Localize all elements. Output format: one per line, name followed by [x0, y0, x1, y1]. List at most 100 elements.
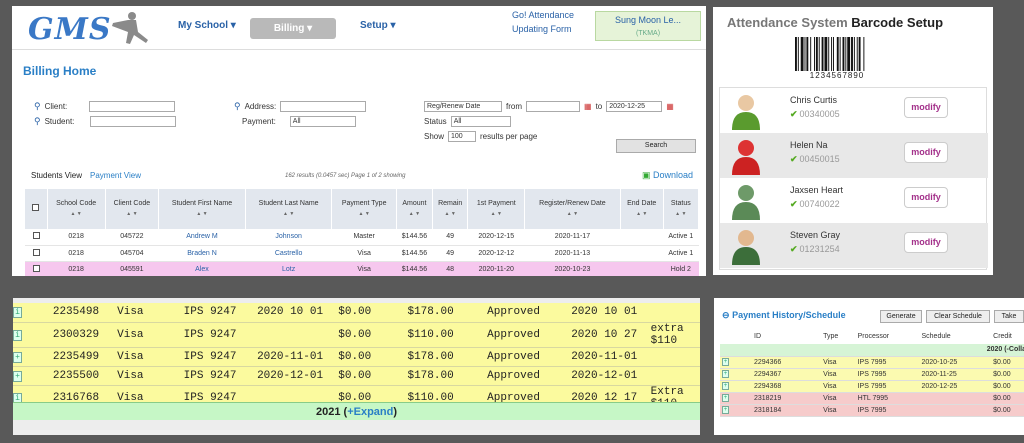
- sort-arrows-icon[interactable]: ▲ ▼: [433, 209, 468, 219]
- nav-my-school[interactable]: My School ▾: [178, 20, 236, 31]
- generate-button[interactable]: Generate: [880, 310, 922, 323]
- cell-first[interactable]: Andrew M: [158, 229, 246, 246]
- column-header[interactable]: Student Last Name ▲ ▼: [245, 189, 333, 229]
- address-input[interactable]: [280, 101, 367, 112]
- expand-row-button[interactable]: +: [722, 406, 729, 414]
- show-select[interactable]: 100: [448, 131, 477, 142]
- modify-button[interactable]: modify: [904, 97, 948, 118]
- year-2021-row: 2021 (+Expand): [13, 402, 700, 420]
- column-header[interactable]: Remain ▲ ▼: [432, 189, 469, 229]
- barcode-bar: [833, 37, 834, 71]
- nav-billing[interactable]: Billing ▾: [250, 18, 336, 39]
- history-cell-id: 2318219: [734, 392, 820, 405]
- row-expand-cell: i: [13, 303, 23, 323]
- calendar-icon[interactable]: ▦: [666, 102, 674, 111]
- go-attendance-link[interactable]: Go! Attendance: [512, 10, 574, 20]
- calendar-icon[interactable]: ▦: [584, 102, 592, 111]
- row-checkbox-cell: [25, 229, 47, 246]
- column-header[interactable]: Student First Name ▲ ▼: [158, 189, 246, 229]
- modify-button[interactable]: modify: [904, 187, 948, 208]
- history-column-header: ID: [754, 332, 761, 340]
- select-all-checkbox[interactable]: [32, 203, 40, 211]
- cell-last[interactable]: Castrello: [245, 245, 332, 262]
- cell-last[interactable]: Johnson: [245, 229, 332, 246]
- history-cell-credit: $0.00: [989, 368, 1024, 381]
- column-header[interactable]: School Code ▲ ▼: [47, 189, 106, 229]
- column-header[interactable]: Register/Renew Date ▲ ▼: [524, 189, 621, 229]
- year-2020-cell[interactable]: 2020 (-Colla: [720, 344, 1024, 357]
- row-checkbox[interactable]: [32, 232, 40, 240]
- tab-payment-view[interactable]: Payment View: [90, 171, 141, 180]
- tab-students-view[interactable]: Students View: [31, 171, 82, 180]
- modify-button[interactable]: modify: [904, 142, 948, 163]
- clear-schedule-button[interactable]: Clear Schedule: [926, 310, 990, 323]
- person-name: Helen Na: [790, 140, 828, 150]
- expand-row-button[interactable]: +: [722, 370, 729, 378]
- sort-arrows-icon[interactable]: ▲ ▼: [397, 209, 432, 219]
- student-label: Student:: [44, 117, 75, 126]
- sort-arrows-icon[interactable]: ▲ ▼: [664, 209, 698, 219]
- barcode-bar: [851, 37, 853, 71]
- cell-reg: 2020-11-13: [524, 245, 621, 262]
- column-header-label: Client Code: [113, 200, 151, 207]
- row-checkbox[interactable]: [32, 264, 40, 272]
- expand-row-button[interactable]: +: [722, 394, 729, 402]
- sort-arrows-icon[interactable]: ▲ ▼: [468, 209, 524, 219]
- person-avatar-icon: [732, 230, 760, 265]
- cell-proc: IPS 9247: [175, 303, 250, 323]
- sort-arrows-icon[interactable]: ▲ ▼: [332, 209, 396, 219]
- from-date-input[interactable]: [526, 101, 580, 112]
- expand-row-button[interactable]: i: [13, 307, 22, 319]
- payment-select[interactable]: All: [289, 116, 356, 127]
- history-cell-proc: HTL 7995: [853, 392, 918, 405]
- cell-ptype: Visa: [331, 261, 397, 276]
- to-date-input[interactable]: 2020-12-25: [606, 101, 663, 112]
- modify-button[interactable]: modify: [904, 232, 948, 253]
- sort-arrows-icon[interactable]: ▲ ▼: [246, 209, 331, 219]
- sort-arrows-icon[interactable]: ▲ ▼: [106, 209, 158, 219]
- sort-arrows-icon[interactable]: ▲ ▼: [525, 209, 620, 219]
- barcode-bar: [824, 37, 828, 71]
- expand-link[interactable]: +Expand: [347, 406, 393, 418]
- search-button[interactable]: Search: [616, 139, 696, 153]
- updating-form-link[interactable]: Updating Form: [512, 24, 572, 34]
- gms-logo[interactable]: GMS: [28, 12, 112, 47]
- cell-last[interactable]: Lotz: [245, 261, 332, 276]
- expand-row-button[interactable]: +: [722, 358, 729, 366]
- table-row: 0218 045722 Andrew M Johnson Master $144.56 49…: [25, 229, 699, 246]
- row-expand-cell: +: [720, 404, 734, 417]
- expand-row-button[interactable]: i: [13, 329, 22, 341]
- client-input[interactable]: [89, 101, 176, 112]
- column-header[interactable]: Payment Type ▲ ▼: [331, 189, 397, 229]
- collapse-icon[interactable]: ⊖: [722, 310, 730, 320]
- cell-first[interactable]: Braden N: [158, 245, 246, 262]
- user-box[interactable]: Sung Moon Le... (TKMA): [595, 11, 701, 41]
- sort-arrows-icon[interactable]: ▲ ▼: [48, 209, 105, 219]
- expand-row-button[interactable]: +: [722, 382, 729, 390]
- download-link[interactable]: ▣ Download: [642, 170, 693, 181]
- row-checkbox[interactable]: [32, 248, 40, 256]
- cell-credit: $0.00: [330, 322, 400, 348]
- cell-first[interactable]: Alex: [158, 261, 246, 276]
- expand-row-button[interactable]: +: [13, 370, 22, 382]
- column-header[interactable]: 1st Payment ▲ ▼: [467, 189, 526, 229]
- history-row: +2294367 Visa IPS 7995 2020-11-25 $0.00: [720, 368, 1024, 381]
- status-select[interactable]: All: [450, 116, 511, 127]
- column-header[interactable]: Client Code ▲ ▼: [105, 189, 160, 229]
- take-button[interactable]: Take: [994, 310, 1024, 323]
- student-input[interactable]: [90, 116, 177, 127]
- column-header[interactable]: Amount ▲ ▼: [396, 189, 433, 229]
- sort-arrows-icon[interactable]: ▲ ▼: [159, 209, 245, 219]
- nav-setup[interactable]: Setup ▾: [360, 20, 396, 31]
- date-type-select[interactable]: Reg/Renew Date: [424, 101, 502, 112]
- column-header-label: Amount: [402, 200, 427, 207]
- expand-row-button[interactable]: +: [13, 351, 22, 363]
- column-header[interactable]: End Date ▲ ▼: [620, 189, 664, 229]
- column-header[interactable]: Status ▲ ▼: [663, 189, 700, 229]
- history-cell-type: Visa: [819, 392, 854, 405]
- sort-arrows-icon[interactable]: ▲ ▼: [621, 209, 663, 219]
- year-label: 2021 (: [315, 406, 348, 418]
- barcode-bar: [815, 37, 818, 71]
- search-icon: ⚲: [34, 116, 41, 126]
- history-cell-credit: $0.00: [989, 404, 1024, 417]
